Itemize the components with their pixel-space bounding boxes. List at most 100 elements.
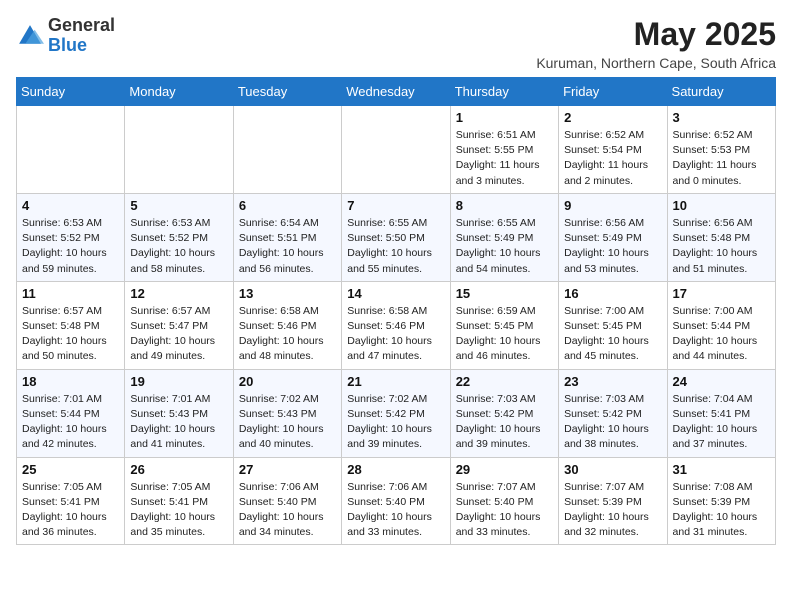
- day-info: Sunrise: 6:52 AMSunset: 5:53 PMDaylight:…: [673, 128, 770, 189]
- column-header-saturday: Saturday: [667, 78, 775, 106]
- calendar-cell: 1 Sunrise: 6:51 AMSunset: 5:55 PMDaylight…: [450, 106, 558, 194]
- calendar-cell: 11Sunrise: 6:57 AMSunset: 5:48 PMDayligh…: [17, 281, 125, 369]
- day-number: 24: [673, 374, 770, 389]
- calendar-cell: [233, 106, 341, 194]
- day-info: Sunrise: 7:03 AMSunset: 5:42 PMDaylight:…: [564, 392, 661, 453]
- day-number: 20: [239, 374, 336, 389]
- calendar-week-4: 18Sunrise: 7:01 AMSunset: 5:44 PMDayligh…: [17, 369, 776, 457]
- day-info: Sunrise: 7:08 AMSunset: 5:39 PMDaylight:…: [673, 480, 770, 541]
- calendar-cell: 27Sunrise: 7:06 AMSunset: 5:40 PMDayligh…: [233, 457, 341, 545]
- calendar-cell: 2 Sunrise: 6:52 AMSunset: 5:54 PMDaylight…: [559, 106, 667, 194]
- day-info: Sunrise: 7:01 AMSunset: 5:44 PMDaylight:…: [22, 392, 119, 453]
- day-info: Sunrise: 6:55 AMSunset: 5:49 PMDaylight:…: [456, 216, 553, 277]
- calendar-header-row: SundayMondayTuesdayWednesdayThursdayFrid…: [17, 78, 776, 106]
- column-header-wednesday: Wednesday: [342, 78, 450, 106]
- day-number: 26: [130, 462, 227, 477]
- location: Kuruman, Northern Cape, South Africa: [536, 55, 776, 71]
- calendar-cell: 15 Sunrise: 6:59 AMSunset: 5:45 PMDayligh…: [450, 281, 558, 369]
- day-number: 13: [239, 286, 336, 301]
- column-header-monday: Monday: [125, 78, 233, 106]
- day-number: 6: [239, 198, 336, 213]
- column-header-sunday: Sunday: [17, 78, 125, 106]
- day-number: 2: [564, 110, 661, 125]
- day-number: 12: [130, 286, 227, 301]
- day-number: 9: [564, 198, 661, 213]
- day-number: 11: [22, 286, 119, 301]
- day-info: Sunrise: 7:00 AMSunset: 5:44 PMDaylight:…: [673, 304, 770, 365]
- day-number: 30: [564, 462, 661, 477]
- day-number: 29: [456, 462, 553, 477]
- day-info: Sunrise: 6:53 AMSunset: 5:52 PMDaylight:…: [22, 216, 119, 277]
- logo: General Blue: [16, 16, 115, 56]
- day-info: Sunrise: 6:56 AMSunset: 5:48 PMDaylight:…: [673, 216, 770, 277]
- calendar-cell: 25Sunrise: 7:05 AMSunset: 5:41 PMDayligh…: [17, 457, 125, 545]
- logo-text: General Blue: [48, 16, 115, 56]
- logo-blue: Blue: [48, 35, 87, 55]
- day-info: Sunrise: 6:58 AMSunset: 5:46 PMDaylight:…: [239, 304, 336, 365]
- day-info: Sunrise: 6:54 AMSunset: 5:51 PMDaylight:…: [239, 216, 336, 277]
- day-number: 31: [673, 462, 770, 477]
- calendar-week-5: 25Sunrise: 7:05 AMSunset: 5:41 PMDayligh…: [17, 457, 776, 545]
- day-number: 15: [456, 286, 553, 301]
- day-number: 1: [456, 110, 553, 125]
- day-info: Sunrise: 7:02 AMSunset: 5:42 PMDaylight:…: [347, 392, 444, 453]
- calendar-cell: 5 Sunrise: 6:53 AMSunset: 5:52 PMDaylight…: [125, 193, 233, 281]
- calendar-cell: [342, 106, 450, 194]
- calendar-cell: 9 Sunrise: 6:56 AMSunset: 5:49 PMDaylight…: [559, 193, 667, 281]
- day-info: Sunrise: 6:58 AMSunset: 5:46 PMDaylight:…: [347, 304, 444, 365]
- calendar-cell: 20 Sunrise: 7:02 AMSunset: 5:43 PMDayligh…: [233, 369, 341, 457]
- logo-general: General: [48, 15, 115, 35]
- day-info: Sunrise: 7:06 AMSunset: 5:40 PMDaylight:…: [239, 480, 336, 541]
- calendar-cell: 23Sunrise: 7:03 AMSunset: 5:42 PMDayligh…: [559, 369, 667, 457]
- calendar-table: SundayMondayTuesdayWednesdayThursdayFrid…: [16, 77, 776, 545]
- day-number: 8: [456, 198, 553, 213]
- day-number: 5: [130, 198, 227, 213]
- day-info: Sunrise: 6:55 AMSunset: 5:50 PMDaylight:…: [347, 216, 444, 277]
- day-info: Sunrise: 6:57 AMSunset: 5:47 PMDaylight:…: [130, 304, 227, 365]
- calendar-cell: 8 Sunrise: 6:55 AMSunset: 5:49 PMDaylight…: [450, 193, 558, 281]
- day-info: Sunrise: 7:05 AMSunset: 5:41 PMDaylight:…: [22, 480, 119, 541]
- calendar-cell: 6 Sunrise: 6:54 AMSunset: 5:51 PMDaylight…: [233, 193, 341, 281]
- calendar-cell: 16Sunrise: 7:00 AMSunset: 5:45 PMDayligh…: [559, 281, 667, 369]
- calendar-cell: 22 Sunrise: 7:03 AMSunset: 5:42 PMDayligh…: [450, 369, 558, 457]
- day-info: Sunrise: 6:51 AMSunset: 5:55 PMDaylight:…: [456, 128, 553, 189]
- day-number: 22: [456, 374, 553, 389]
- day-number: 3: [673, 110, 770, 125]
- day-number: 19: [130, 374, 227, 389]
- calendar-cell: 29 Sunrise: 7:07 AMSunset: 5:40 PMDayligh…: [450, 457, 558, 545]
- day-info: Sunrise: 7:01 AMSunset: 5:43 PMDaylight:…: [130, 392, 227, 453]
- day-info: Sunrise: 6:52 AMSunset: 5:54 PMDaylight:…: [564, 128, 661, 189]
- calendar-cell: 17 Sunrise: 7:00 AMSunset: 5:44 PMDayligh…: [667, 281, 775, 369]
- calendar-cell: 28Sunrise: 7:06 AMSunset: 5:40 PMDayligh…: [342, 457, 450, 545]
- calendar-cell: 26 Sunrise: 7:05 AMSunset: 5:41 PMDayligh…: [125, 457, 233, 545]
- day-info: Sunrise: 6:53 AMSunset: 5:52 PMDaylight:…: [130, 216, 227, 277]
- day-info: Sunrise: 7:07 AMSunset: 5:40 PMDaylight:…: [456, 480, 553, 541]
- calendar-cell: 31 Sunrise: 7:08 AMSunset: 5:39 PMDayligh…: [667, 457, 775, 545]
- calendar-cell: 3 Sunrise: 6:52 AMSunset: 5:53 PMDaylight…: [667, 106, 775, 194]
- day-info: Sunrise: 7:06 AMSunset: 5:40 PMDaylight:…: [347, 480, 444, 541]
- day-number: 17: [673, 286, 770, 301]
- calendar-cell: 18Sunrise: 7:01 AMSunset: 5:44 PMDayligh…: [17, 369, 125, 457]
- calendar-cell: 13 Sunrise: 6:58 AMSunset: 5:46 PMDayligh…: [233, 281, 341, 369]
- column-header-friday: Friday: [559, 78, 667, 106]
- day-info: Sunrise: 7:02 AMSunset: 5:43 PMDaylight:…: [239, 392, 336, 453]
- day-info: Sunrise: 7:03 AMSunset: 5:42 PMDaylight:…: [456, 392, 553, 453]
- calendar-week-2: 4Sunrise: 6:53 AMSunset: 5:52 PMDaylight…: [17, 193, 776, 281]
- day-info: Sunrise: 7:05 AMSunset: 5:41 PMDaylight:…: [130, 480, 227, 541]
- calendar-cell: 19 Sunrise: 7:01 AMSunset: 5:43 PMDayligh…: [125, 369, 233, 457]
- calendar-cell: 21 Sunrise: 7:02 AMSunset: 5:42 PMDayligh…: [342, 369, 450, 457]
- day-number: 21: [347, 374, 444, 389]
- day-number: 16: [564, 286, 661, 301]
- title-block: May 2025 Kuruman, Northern Cape, South A…: [536, 16, 776, 71]
- logo-icon: [16, 22, 44, 50]
- column-header-thursday: Thursday: [450, 78, 558, 106]
- calendar-cell: [125, 106, 233, 194]
- calendar-cell: 14Sunrise: 6:58 AMSunset: 5:46 PMDayligh…: [342, 281, 450, 369]
- day-info: Sunrise: 6:56 AMSunset: 5:49 PMDaylight:…: [564, 216, 661, 277]
- calendar-cell: 30Sunrise: 7:07 AMSunset: 5:39 PMDayligh…: [559, 457, 667, 545]
- calendar-cell: [17, 106, 125, 194]
- calendar-cell: 4Sunrise: 6:53 AMSunset: 5:52 PMDaylight…: [17, 193, 125, 281]
- day-number: 7: [347, 198, 444, 213]
- calendar-cell: 7 Sunrise: 6:55 AMSunset: 5:50 PMDaylight…: [342, 193, 450, 281]
- day-info: Sunrise: 6:59 AMSunset: 5:45 PMDaylight:…: [456, 304, 553, 365]
